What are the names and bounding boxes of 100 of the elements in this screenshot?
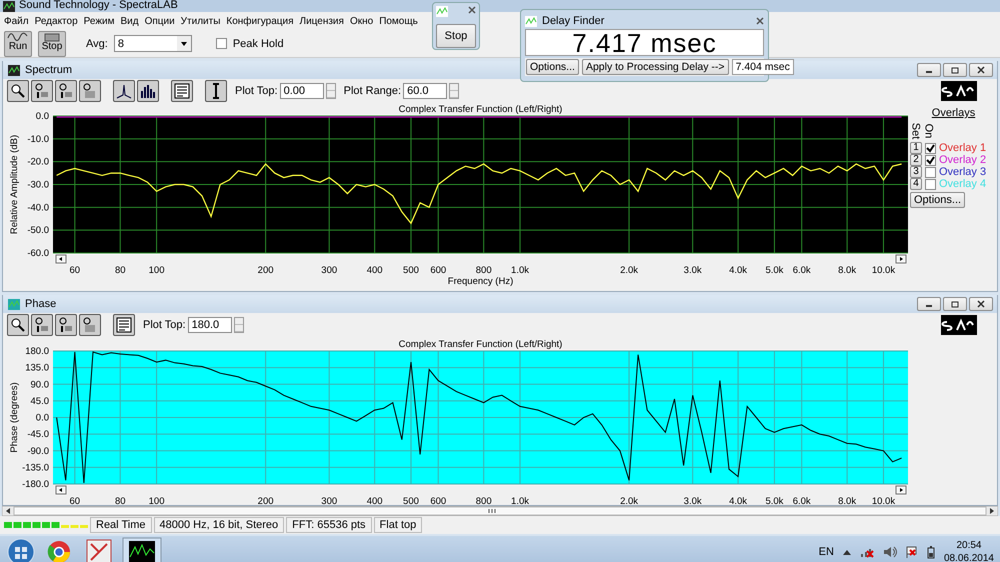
close-icon[interactable] (756, 17, 764, 25)
zoom-in-button[interactable] (31, 314, 53, 336)
overlay-set-button[interactable]: 3 (910, 166, 922, 178)
menu-item[interactable]: Вид (120, 16, 139, 26)
tick-label: -45.0 (27, 429, 49, 440)
network-icon[interactable] (860, 546, 874, 558)
spectrum-app-icon[interactable] (122, 537, 162, 562)
peak-hold-checkbox[interactable]: Peak Hold (216, 38, 284, 50)
tick-label: 0.0 (36, 412, 49, 424)
table-button[interactable] (171, 80, 193, 102)
zoom-out-icon (58, 317, 74, 333)
status-field: 48000 Hz, 16 bit, Stereo (154, 517, 284, 533)
tick-label: -30.0 (27, 180, 49, 190)
cursor-button[interactable] (205, 80, 227, 102)
close-button[interactable] (969, 63, 993, 77)
tick-label: 80 (114, 265, 126, 276)
zoom-out-button[interactable] (55, 314, 77, 336)
run-button[interactable]: Run (4, 30, 32, 56)
apply-button[interactable]: Apply to Processing Delay --> (582, 59, 729, 75)
scroll-right-button[interactable] (896, 254, 906, 264)
overlay-set-button[interactable]: 2 (910, 154, 922, 166)
window-title: Sound Technology - SpectraLAB (19, 0, 178, 11)
tick-label: 100 (148, 265, 164, 276)
tick-label: 300 (321, 496, 338, 505)
table-icon (116, 317, 132, 333)
tick-label: 6.0k (792, 265, 811, 276)
horizontal-scrollbar[interactable] (2, 506, 998, 516)
line-graph-icon (116, 83, 132, 99)
tick-label: 6.0k (792, 496, 811, 505)
overlay-set-button[interactable]: 1 (910, 142, 922, 154)
zoom-full-button[interactable] (79, 80, 101, 102)
line-graph-button[interactable] (113, 80, 135, 102)
overlay-set-button[interactable]: 4 (910, 178, 922, 190)
column-label: Set (909, 122, 921, 140)
scroll-left-button[interactable] (56, 486, 66, 494)
field-label: Plot Range: (344, 85, 402, 97)
zoom-full-button[interactable] (79, 314, 101, 336)
menu-item[interactable]: Конфигурация (226, 16, 294, 26)
minimize-button[interactable] (917, 63, 941, 77)
tick-label: -180.0 (22, 479, 49, 490)
scroll-left-button[interactable] (56, 254, 66, 264)
tick-label: 3.0k (684, 496, 702, 505)
zoom-in-button[interactable] (31, 80, 53, 102)
close-icon[interactable] (468, 6, 476, 14)
tick-label: -40.0 (27, 202, 49, 214)
tick-label: 4.0k (729, 265, 748, 276)
tick-label: 500 (403, 265, 419, 276)
clock-time[interactable]: 20:54 (944, 539, 994, 552)
stop-button[interactable]: Stop (38, 30, 66, 56)
number-field[interactable]: 180.0 (188, 317, 232, 333)
table-button[interactable] (113, 314, 135, 336)
tick-label: 60 (70, 496, 80, 505)
zoom-out-icon (58, 83, 74, 99)
scroll-right-button[interactable] (896, 486, 906, 494)
options-button[interactable]: Options... (526, 59, 579, 75)
speaker-icon[interactable] (882, 546, 897, 558)
tick-label: 80 (114, 496, 126, 505)
stop-button[interactable]: Stop (436, 24, 476, 48)
clock-date[interactable]: 08.06.2014 (944, 552, 994, 562)
chevron-up-icon[interactable] (842, 549, 851, 555)
overlay-checkbox[interactable] (925, 178, 936, 190)
tick-label: 400 (366, 265, 383, 276)
minimize-button[interactable] (917, 297, 941, 311)
menu-item[interactable]: Окно (350, 16, 374, 26)
number-field[interactable]: 60.0 (403, 83, 448, 99)
delay-value-field: 7.404 msec (732, 59, 794, 75)
zoom-full-icon (82, 317, 98, 333)
menu-item[interactable]: Помощь (379, 16, 418, 26)
language-indicator[interactable]: EN (818, 546, 834, 558)
menu-item[interactable]: Режим (84, 16, 114, 26)
zoom-button[interactable] (7, 314, 29, 336)
tick-label: 8.0k (838, 265, 856, 276)
menu-item[interactable]: Опции (144, 16, 175, 26)
start-button[interactable] (6, 537, 36, 562)
zoom-in-icon (34, 317, 50, 333)
close-button[interactable] (969, 297, 993, 311)
maximize-button[interactable] (943, 63, 967, 77)
tick-label: -135.0 (22, 462, 49, 474)
tick-label: 600 (430, 265, 446, 276)
maximize-icon (951, 66, 959, 74)
zoom-button[interactable] (7, 80, 29, 102)
battery-icon[interactable] (926, 546, 935, 558)
window-title: Delay Finder (542, 15, 606, 27)
menu-item[interactable]: Лицензия (300, 16, 344, 26)
avg-dropdown[interactable]: 8 (114, 35, 192, 52)
zoom-out-button[interactable] (55, 80, 77, 102)
flag-icon[interactable] (906, 546, 918, 558)
menu-item[interactable]: Файл (4, 16, 29, 26)
stop-icon (44, 32, 60, 42)
bar-graph-button[interactable] (137, 80, 159, 102)
app-icon (525, 16, 537, 26)
options-button[interactable]: Options... (910, 192, 966, 208)
overlay-checkbox[interactable] (925, 166, 936, 178)
overlay-checkbox[interactable] (925, 142, 936, 154)
overlay-checkbox[interactable] (925, 154, 936, 166)
maximize-button[interactable] (943, 297, 967, 311)
magnifier-icon (10, 83, 26, 99)
menu-item[interactable]: Редактор (34, 16, 78, 26)
menu-item[interactable]: Утилиты (180, 16, 220, 26)
number-field[interactable]: 0.00 (280, 83, 324, 99)
